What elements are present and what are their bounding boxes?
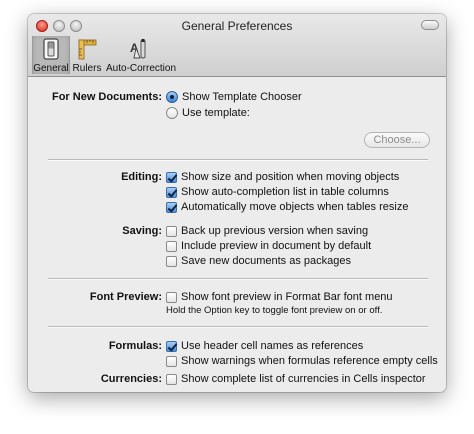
checkbox-show-size-position-label: Show size and position when moving objec… <box>181 171 400 183</box>
toolbar-tab-rulers[interactable]: Rulers <box>70 36 104 74</box>
checkbox-checked[interactable] <box>166 201 177 213</box>
checkbox-back-up[interactable]: Back up previous version when saving <box>166 224 368 238</box>
font-preview-label: Font Preview: <box>89 291 162 303</box>
preferences-pane: For New Documents: Show Template Chooser… <box>28 77 446 392</box>
checkbox-font-preview[interactable]: Show font preview in Format Bar font men… <box>166 290 393 304</box>
checkbox-formula-warnings[interactable]: Show warnings when formulas reference em… <box>166 354 438 368</box>
checkbox-show-currencies-label: Show complete list of currencies in Cell… <box>181 373 426 385</box>
checkbox-formula-warnings-label: Show warnings when formulas reference em… <box>181 355 438 367</box>
checkbox-auto-move-objects-label: Automatically move objects when tables r… <box>181 201 409 213</box>
new-documents-label: For New Documents: <box>51 91 162 103</box>
editing-label: Editing: <box>121 171 162 183</box>
radio-use-template[interactable]: Use template: <box>166 106 250 120</box>
checkbox-unchecked[interactable] <box>166 255 177 267</box>
checkbox-unchecked[interactable] <box>166 291 177 303</box>
checkbox-back-up-label: Back up previous version when saving <box>181 225 369 237</box>
radio-unselected[interactable] <box>166 107 178 119</box>
checkbox-font-preview-label: Show font preview in Format Bar font men… <box>181 291 393 303</box>
checkbox-checked[interactable] <box>166 340 177 352</box>
title-bar: General Preferences General Rulers A Aut… <box>28 14 446 77</box>
checkbox-header-cell-names[interactable]: Use header cell names as references <box>166 339 363 353</box>
checkbox-unchecked[interactable] <box>166 240 177 252</box>
checkbox-checked[interactable] <box>166 186 177 198</box>
radio-show-template-chooser[interactable]: Show Template Chooser <box>166 90 302 104</box>
checkbox-unchecked[interactable] <box>166 373 177 385</box>
window-title: General Preferences <box>181 19 293 33</box>
toolbar-tab-rulers-label: Rulers <box>72 63 102 74</box>
toolbar-tab-general[interactable]: General <box>32 36 70 74</box>
separator <box>48 159 428 161</box>
separator <box>48 326 428 328</box>
radio-show-template-chooser-label: Show Template Chooser <box>182 91 302 103</box>
general-switch-icon <box>43 38 59 60</box>
checkbox-auto-completion[interactable]: Show auto-completion list in table colum… <box>166 185 389 199</box>
font-preview-note: Hold the Option key to toggle font previ… <box>166 305 383 316</box>
checkbox-show-currencies[interactable]: Show complete list of currencies in Cell… <box>166 372 426 386</box>
toolbar-tab-auto-correction[interactable]: A Auto-Correction <box>106 36 177 74</box>
checkbox-auto-completion-label: Show auto-completion list in table colum… <box>181 186 389 198</box>
checkbox-save-as-packages[interactable]: Save new documents as packages <box>166 254 351 268</box>
toolbar-toggle-button[interactable] <box>421 20 439 30</box>
currencies-label: Currencies: <box>100 373 162 385</box>
checkbox-unchecked[interactable] <box>166 355 177 367</box>
choose-template-button[interactable]: Choose... <box>364 132 430 148</box>
radio-use-template-label: Use template: <box>182 107 250 119</box>
separator <box>48 278 428 280</box>
checkbox-show-size-position[interactable]: Show size and position when moving objec… <box>166 170 399 184</box>
checkbox-checked[interactable] <box>166 171 177 183</box>
auto-correction-icon: A <box>130 39 146 59</box>
checkbox-unchecked[interactable] <box>166 225 177 237</box>
toolbar-tab-general-label: General <box>33 63 69 74</box>
formulas-label: Formulas: <box>108 340 162 352</box>
checkbox-header-cell-names-label: Use header cell names as references <box>181 340 364 352</box>
preferences-window: General Preferences General Rulers A Aut… <box>28 14 446 392</box>
checkbox-auto-move-objects[interactable]: Automatically move objects when tables r… <box>166 200 408 214</box>
checkbox-save-as-packages-label: Save new documents as packages <box>181 255 351 267</box>
checkbox-include-preview-label: Include preview in document by default <box>181 240 372 252</box>
checkbox-include-preview[interactable]: Include preview in document by default <box>166 239 371 253</box>
radio-selected[interactable] <box>166 91 178 103</box>
rulers-icon <box>78 39 97 60</box>
saving-label: Saving: <box>122 225 162 237</box>
toolbar-tab-auto-correction-label: Auto-Correction <box>106 63 177 74</box>
